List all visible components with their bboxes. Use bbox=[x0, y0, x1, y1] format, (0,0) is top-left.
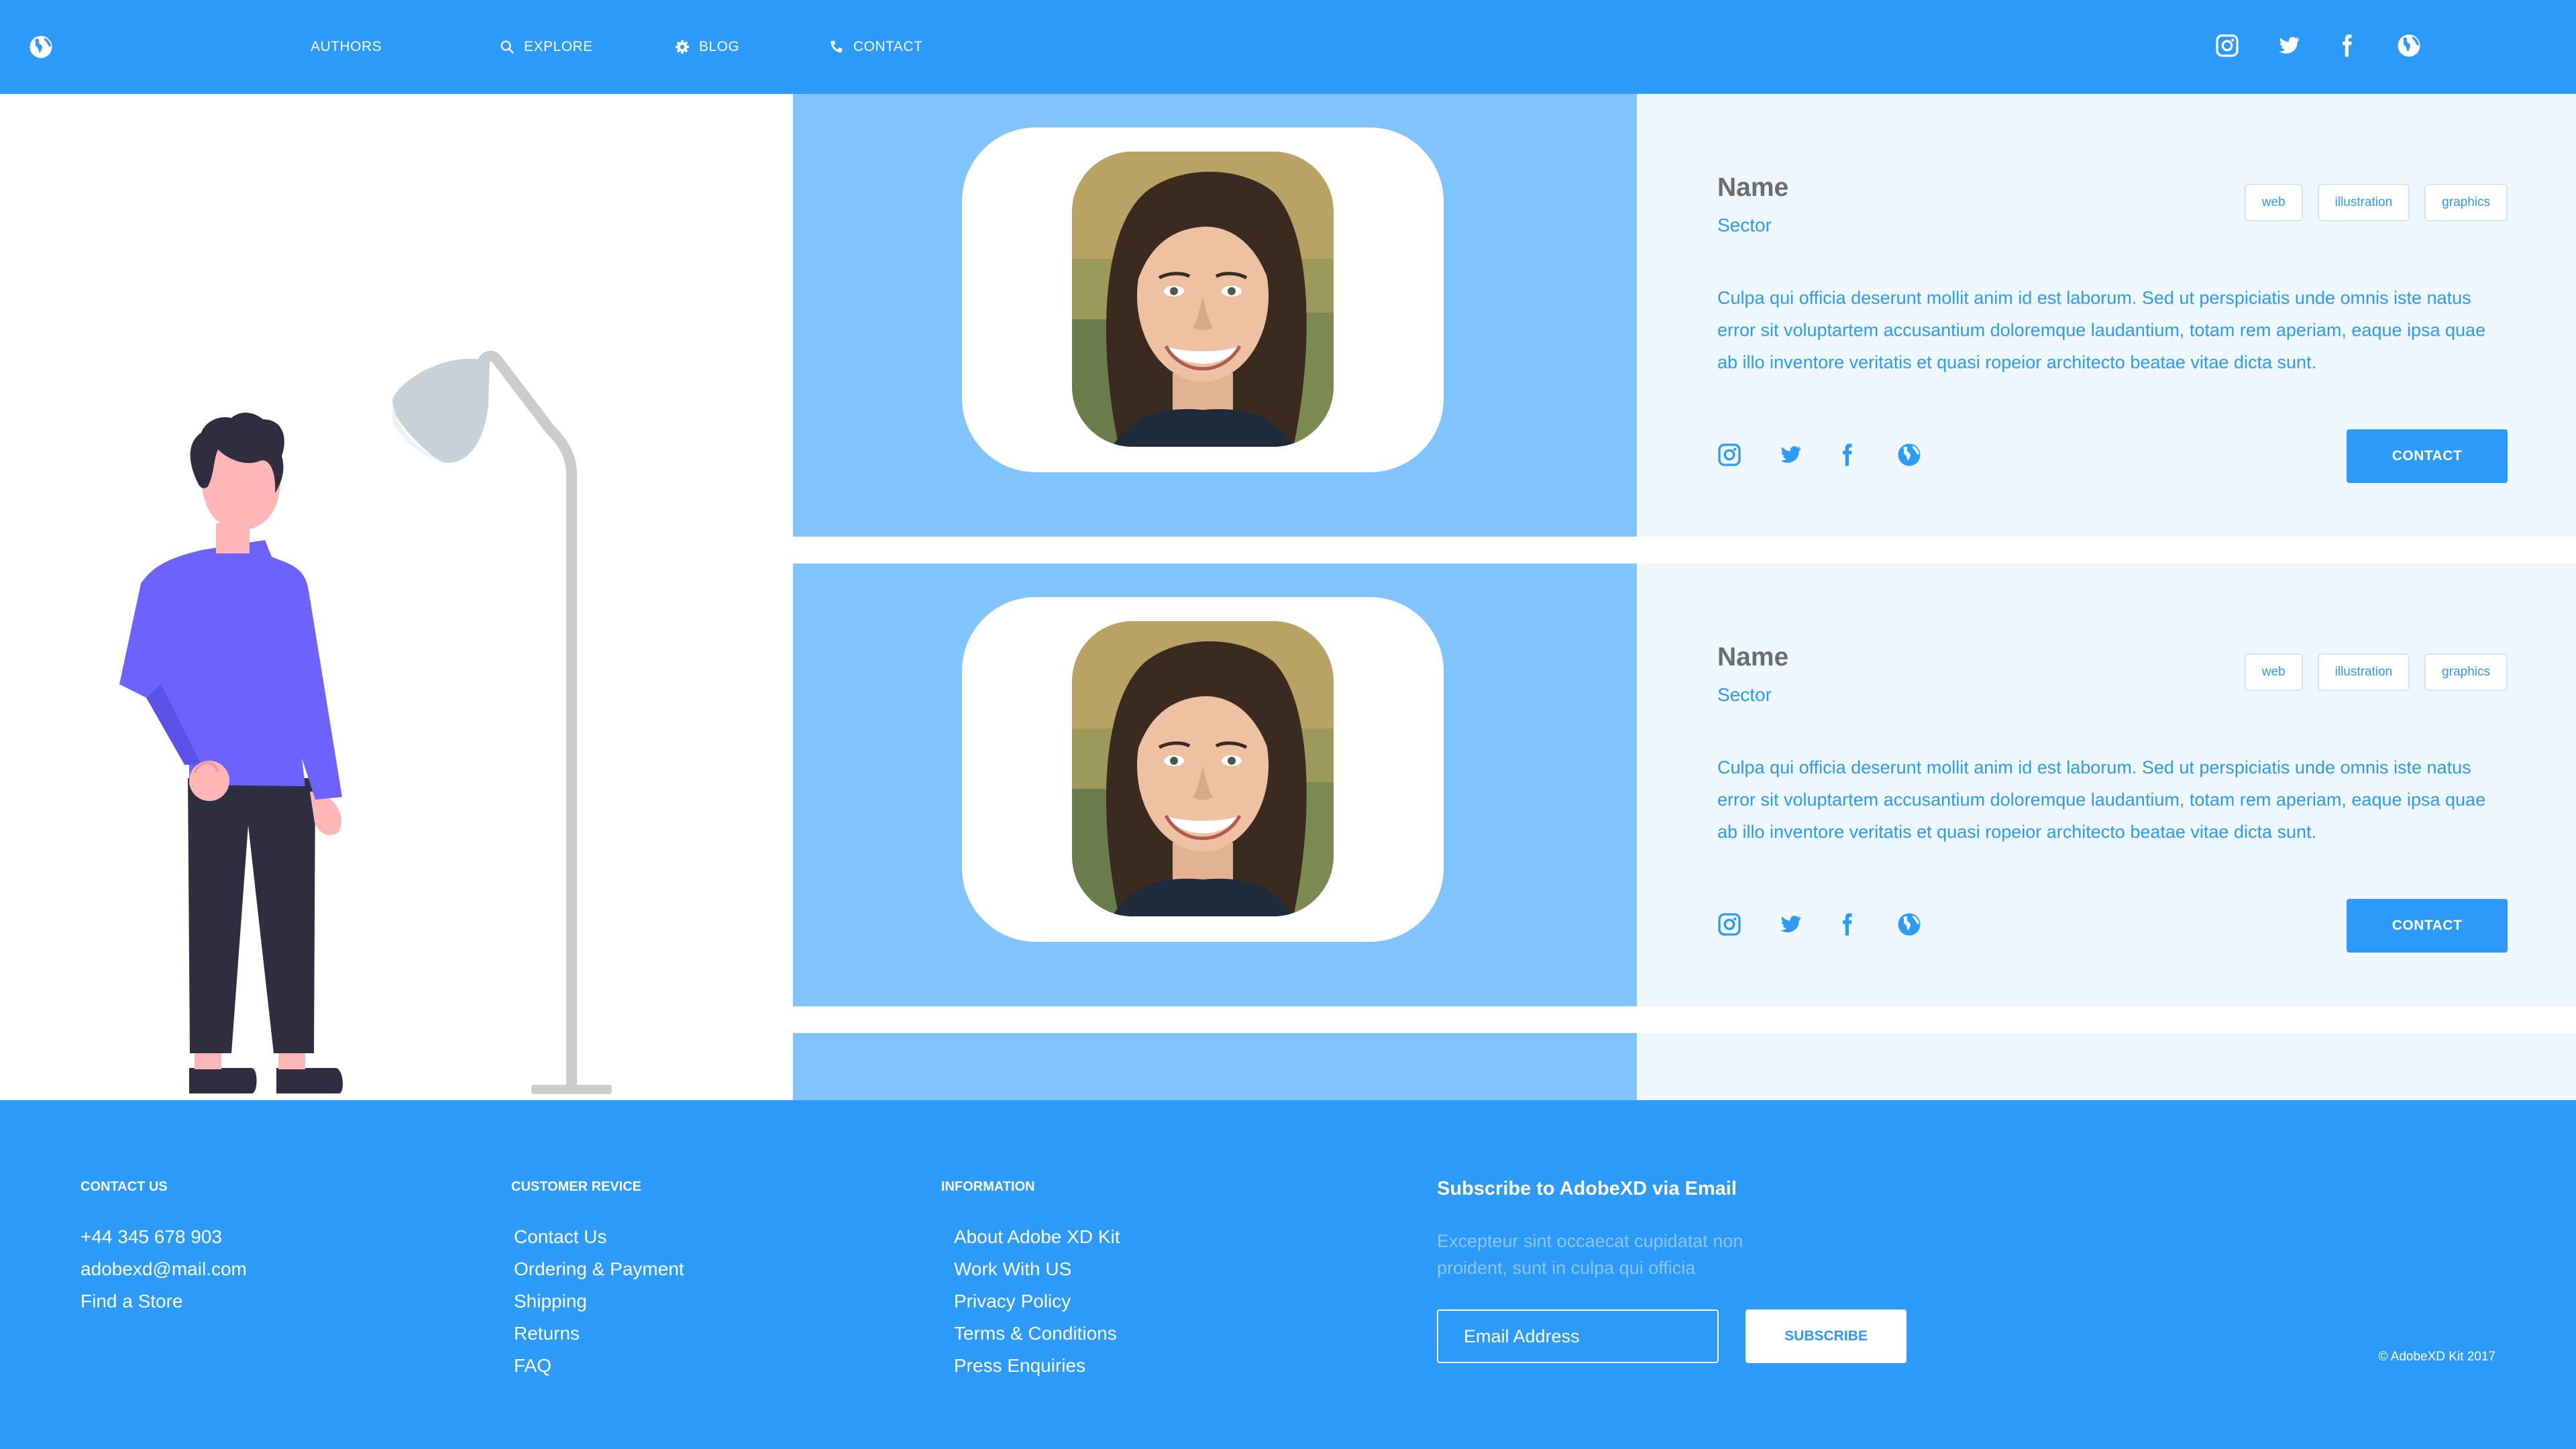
twitter-icon[interactable] bbox=[1778, 912, 1802, 936]
nav-blog[interactable]: BLOG bbox=[675, 34, 739, 60]
phone-icon bbox=[830, 40, 843, 53]
facebook-icon[interactable] bbox=[2334, 34, 2359, 58]
instagram-icon[interactable] bbox=[1717, 443, 1741, 467]
standing-person bbox=[119, 413, 343, 1093]
nav-contact-label: CONTACT bbox=[853, 39, 923, 54]
globe-icon[interactable] bbox=[2397, 34, 2421, 58]
tag-web[interactable]: web bbox=[2244, 184, 2303, 221]
footer-link[interactable]: Terms & Conditions bbox=[954, 1318, 1120, 1350]
nav-explore-label: EXPLORE bbox=[524, 39, 593, 54]
nav-explore[interactable]: EXPLORE bbox=[500, 34, 593, 60]
footer-find-store-link[interactable]: Find a Store bbox=[80, 1285, 247, 1318]
footer-link[interactable]: FAQ bbox=[514, 1350, 684, 1382]
search-icon bbox=[500, 40, 514, 54]
twitter-icon[interactable] bbox=[2276, 34, 2300, 58]
floor-lamp bbox=[392, 350, 612, 1094]
footer-link[interactable]: Ordering & Payment bbox=[514, 1253, 684, 1285]
profile-info-panel bbox=[1637, 1033, 2576, 1100]
footer-link[interactable]: Contact Us bbox=[514, 1221, 684, 1253]
subscribe-button[interactable]: SUBSCRIBE bbox=[1746, 1309, 1907, 1363]
tag-illustration[interactable]: illustration bbox=[2317, 184, 2410, 221]
nav-contact[interactable]: CONTACT bbox=[829, 34, 922, 60]
footer-email[interactable]: adobexd@mail.com bbox=[80, 1253, 247, 1285]
contact-button[interactable]: CONTACT bbox=[2347, 429, 2508, 483]
gear-icon bbox=[675, 40, 690, 54]
profile-photo-panel bbox=[793, 94, 1637, 537]
footer-link[interactable]: About Adobe XD Kit bbox=[954, 1221, 1120, 1253]
footer-link[interactable]: Press Enquiries bbox=[954, 1350, 1120, 1382]
profile-info-panel: Name Sector web illustration graphics Cu… bbox=[1637, 94, 2576, 537]
tag-graphics[interactable]: graphics bbox=[2424, 184, 2508, 221]
subscribe-text: Excepteur sint occaecat cupidatat non pr… bbox=[1437, 1231, 1743, 1278]
profile-info-panel: Name Sector web illustration graphics Cu… bbox=[1637, 564, 2576, 1006]
profile-name: Name bbox=[1717, 643, 1789, 672]
tag-list: web illustration graphics bbox=[2244, 184, 2508, 221]
globe-icon[interactable] bbox=[1897, 912, 1921, 936]
profile-photo-panel bbox=[793, 564, 1637, 1006]
instagram-icon[interactable] bbox=[1717, 912, 1741, 936]
profile-sector: Sector bbox=[1717, 215, 1772, 235]
profile-card: Name Sector web illustration graphics Cu… bbox=[793, 94, 2576, 537]
nav-authors-label: AUTHORS bbox=[311, 39, 382, 54]
footer-link[interactable]: Returns bbox=[514, 1318, 684, 1350]
footer-customer-service-heading: CUSTOMER REVICE bbox=[511, 1179, 642, 1194]
tag-graphics[interactable]: graphics bbox=[2424, 653, 2508, 691]
facebook-icon[interactable] bbox=[1835, 912, 1859, 936]
profile-photo-panel bbox=[793, 1033, 1637, 1100]
footer-phone[interactable]: +44 345 678 903 bbox=[80, 1221, 247, 1253]
profile-name: Name bbox=[1717, 173, 1789, 202]
copyright: © AdobeXD Kit 2017 bbox=[2378, 1350, 2496, 1364]
profile-bio: Culpa qui officia deserunt mollit anim i… bbox=[1717, 288, 2486, 372]
photo-frame bbox=[962, 127, 1444, 472]
contact-button[interactable]: CONTACT bbox=[2347, 899, 2508, 953]
profile-sector: Sector bbox=[1717, 684, 1772, 705]
profile-bio: Culpa qui officia deserunt mollit anim i… bbox=[1717, 757, 2486, 842]
footer-link[interactable]: Privacy Policy bbox=[954, 1285, 1120, 1318]
instagram-icon[interactable] bbox=[2215, 34, 2239, 58]
person-with-lamp-illustration bbox=[119, 350, 612, 1094]
footer-information-list: About Adobe XD Kit Work With US Privacy … bbox=[954, 1221, 1120, 1382]
globe-icon[interactable] bbox=[1897, 443, 1921, 467]
footer-information-heading: INFORMATION bbox=[941, 1179, 1035, 1194]
facebook-icon[interactable] bbox=[1835, 443, 1859, 467]
profile-card: Name Sector web illustration graphics Cu… bbox=[793, 564, 2576, 1006]
tag-web[interactable]: web bbox=[2244, 653, 2303, 691]
profile-card-partial bbox=[793, 1033, 2576, 1100]
twitter-icon[interactable] bbox=[1778, 443, 1802, 467]
nav-blog-label: BLOG bbox=[699, 39, 740, 54]
footer-link[interactable]: Work With US bbox=[954, 1253, 1120, 1285]
email-input[interactable] bbox=[1437, 1309, 1719, 1363]
nav-authors[interactable]: AUTHORS bbox=[311, 34, 382, 60]
tag-list: web illustration graphics bbox=[2244, 653, 2508, 691]
globe-icon[interactable] bbox=[29, 35, 53, 59]
tag-illustration[interactable]: illustration bbox=[2317, 653, 2410, 691]
footer-link[interactable]: Shipping bbox=[514, 1285, 684, 1318]
footer-contact-list: +44 345 678 903 adobexd@mail.com Find a … bbox=[80, 1221, 247, 1318]
footer: CONTACT US +44 345 678 903 adobexd@mail.… bbox=[0, 1100, 2576, 1449]
footer-customer-service-list: Contact Us Ordering & Payment Shipping R… bbox=[514, 1221, 684, 1382]
top-navigation: AUTHORS EXPLORE BLOG CONTACT bbox=[0, 0, 2576, 94]
subscribe-heading: Subscribe to AdobeXD via Email bbox=[1437, 1178, 1737, 1199]
profile-photo[interactable] bbox=[1072, 621, 1334, 916]
photo-frame bbox=[962, 597, 1444, 942]
footer-contact-heading: CONTACT US bbox=[80, 1179, 168, 1194]
profile-photo[interactable] bbox=[1072, 152, 1334, 447]
